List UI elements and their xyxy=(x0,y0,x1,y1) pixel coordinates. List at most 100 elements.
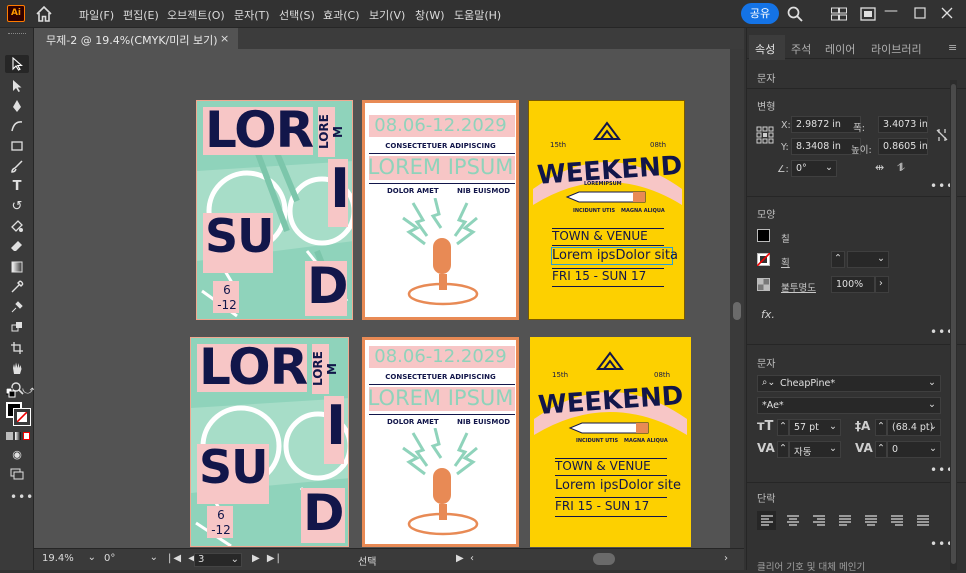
paintbrush-tool-icon[interactable] xyxy=(5,157,29,175)
eraser-tool-icon[interactable] xyxy=(5,237,29,255)
edit-toolbar-icon[interactable]: ••• xyxy=(10,490,34,504)
workspace-icon[interactable] xyxy=(859,5,877,23)
tab-libraries[interactable]: 라이브러리 xyxy=(871,41,922,57)
hand-tool-icon[interactable] xyxy=(5,359,29,377)
menu-window[interactable]: 창(W) xyxy=(415,7,445,23)
panel-menu-icon[interactable]: ≡ xyxy=(948,41,957,54)
canvas[interactable]: LOR LORE M I SU D 6 -12 08.06-12.2029 CO… xyxy=(34,49,730,548)
rectangle-tool-icon[interactable] xyxy=(5,137,29,155)
screen-mode-icon[interactable] xyxy=(5,465,29,483)
tab-layers[interactable]: 레이어 xyxy=(825,41,855,57)
leading-field[interactable]: (68.4 pt) ⌄ xyxy=(887,419,941,436)
poster-lore-m-text: LORE M xyxy=(317,114,345,150)
fx-icon[interactable]: fx. xyxy=(761,308,775,321)
opacity-label[interactable]: 불투명도 xyxy=(781,280,816,294)
tab-comments[interactable]: 주석 xyxy=(791,41,811,57)
artboard-poster-lorem-top[interactable]: 08.06-12.2029 CONSECTETUER ADIPISCING LO… xyxy=(362,100,519,320)
artboard-poster-lorem-bottom[interactable]: 08.06-12.2029 CONSECTETUER ADIPISCING LO… xyxy=(362,337,519,547)
stroke-none-icon[interactable] xyxy=(757,253,770,266)
color-mode-buttons[interactable] xyxy=(6,432,30,440)
menu-object[interactable]: 오브젝트(O) xyxy=(167,7,225,23)
flip-vertical-icon[interactable]: ⥮ xyxy=(897,161,905,175)
font-family-field[interactable]: ⌕⌄ CheapPine* ⌄ xyxy=(757,375,941,392)
font-size-field[interactable]: 57 pt ⌄ xyxy=(789,419,841,436)
artboard-poster-weekend-top[interactable]: 15th 08th WEEKEND LOREMIPSUM INCIDUNT UT… xyxy=(528,100,685,320)
type-tool-icon[interactable]: T xyxy=(5,177,29,195)
pen-tool-icon[interactable] xyxy=(5,97,29,115)
height-field[interactable]: 0.8605 in xyxy=(878,138,928,155)
font-style-field[interactable]: *Ae* ⌄ xyxy=(757,397,941,414)
draw-mode-icon[interactable]: ◉ xyxy=(5,445,29,463)
menu-help[interactable]: 도움말(H) xyxy=(454,7,501,23)
menu-view[interactable]: 보기(V) xyxy=(369,7,405,23)
kerning-field[interactable]: 자동 ⌄ xyxy=(789,441,841,458)
artboard-poster-lor-top[interactable]: LOR LORE M I SU D 6 -12 xyxy=(196,100,353,320)
share-button[interactable]: 공유 xyxy=(741,3,779,24)
constrain-proportions-icon[interactable] xyxy=(935,127,949,143)
hscroll-right-icon[interactable]: › xyxy=(724,553,728,567)
status-menu-arrow-icon[interactable]: ▶ xyxy=(456,553,464,567)
font-size-stepper[interactable]: ⌃ xyxy=(777,419,789,436)
zoom-field[interactable]: 19.4% ⌄ xyxy=(42,552,96,567)
kerning-stepper[interactable]: ⌃ xyxy=(777,441,789,458)
artboard-tool-icon[interactable] xyxy=(5,339,29,357)
gradient-tool-icon[interactable] xyxy=(5,258,29,276)
document-tab[interactable]: 무제-2 @ 19.4%(CMYK/미리 보기) xyxy=(34,28,238,49)
menu-edit[interactable]: 편집(E) xyxy=(123,7,159,23)
opacity-slider-toggle[interactable]: › xyxy=(875,276,889,293)
opacity-field[interactable]: 100% xyxy=(831,276,875,293)
leading-stepper[interactable]: ⌃ xyxy=(875,419,887,436)
artboard-next-icon[interactable]: ▶ ▶| xyxy=(252,553,282,567)
panel-scrollbar[interactable] xyxy=(950,80,957,570)
reference-point-icon[interactable] xyxy=(756,126,774,144)
direct-selection-tool-icon[interactable] xyxy=(5,77,29,95)
stroke-label[interactable]: 획 xyxy=(781,255,790,269)
default-colors-icon[interactable] xyxy=(5,387,18,398)
horizontal-scroll-thumb[interactable] xyxy=(593,553,615,565)
paragraph-alignment-icons[interactable] xyxy=(759,514,949,528)
poster-venue-text: TOWN & VENUE xyxy=(552,229,648,243)
tracking-stepper[interactable]: ⌃ xyxy=(875,441,887,458)
angle-field[interactable]: 0° ⌄ xyxy=(791,160,837,177)
tracking-field[interactable]: 0 ⌄ xyxy=(887,441,941,458)
menu-select[interactable]: 선택(S) xyxy=(279,7,315,23)
menu-type[interactable]: 문자(T) xyxy=(234,7,270,23)
leading-icon: ‡A xyxy=(855,419,871,433)
shaper-tool-icon[interactable] xyxy=(5,217,29,235)
minimize-icon[interactable]: — xyxy=(884,3,898,19)
flip-horizontal-icon[interactable]: ⇹ xyxy=(875,161,884,174)
vertical-scroll-thumb[interactable] xyxy=(733,302,741,320)
x-field[interactable]: 2.9872 in xyxy=(791,116,861,133)
fill-color-swatch[interactable] xyxy=(757,229,770,242)
w-label: 폭: xyxy=(853,123,865,134)
artboard-poster-weekend-bottom[interactable]: 15th 08th WEEKEND INCIDUNT UTIS MAGNA AL… xyxy=(530,337,691,547)
live-paint-tool-icon[interactable] xyxy=(5,298,29,316)
artboard-poster-lor-bottom[interactable]: LOR LORE M I SU D 6 -12 xyxy=(190,337,349,547)
poster-lorem-text-selected[interactable]: Lorem ipsDolor sita xyxy=(552,248,678,263)
hscroll-left-icon[interactable]: ‹ xyxy=(470,553,474,567)
width-field[interactable]: 3.4073 in xyxy=(878,116,928,133)
swap-colors-icon[interactable]: ⤻ xyxy=(22,383,35,398)
search-icon[interactable] xyxy=(786,5,804,23)
stroke-weight-field[interactable]: ⌄ xyxy=(847,251,889,268)
artboard-number-field[interactable]: 3 ⌄ xyxy=(194,553,242,567)
close-icon[interactable] xyxy=(940,6,954,20)
rotation-field[interactable]: 0° ⌄ xyxy=(104,552,158,567)
stroke-weight-stepper[interactable]: ⌃ xyxy=(831,251,845,268)
eyedropper-tool-icon[interactable] xyxy=(5,278,29,296)
vertical-scrollbar[interactable] xyxy=(730,49,744,548)
tab-properties[interactable]: 속성 xyxy=(755,41,775,57)
toolbar-grip[interactable] xyxy=(8,33,26,36)
menu-effect[interactable]: 효과(C) xyxy=(323,7,360,23)
menu-file[interactable]: 파일(F) xyxy=(79,7,114,23)
symbol-sprayer-tool-icon[interactable] xyxy=(5,318,29,336)
maximize-icon[interactable] xyxy=(913,6,927,20)
selection-tool-icon[interactable] xyxy=(5,55,29,73)
rotate-tool-icon[interactable]: ↺ xyxy=(5,197,29,215)
stroke-swatch[interactable] xyxy=(13,408,31,426)
home-icon[interactable] xyxy=(34,4,54,24)
curvature-tool-icon[interactable] xyxy=(5,117,29,135)
arrange-documents-icon[interactable] xyxy=(830,5,848,23)
tab-close-icon[interactable]: × xyxy=(220,32,229,45)
status-mode-label: 선택 xyxy=(358,557,377,568)
